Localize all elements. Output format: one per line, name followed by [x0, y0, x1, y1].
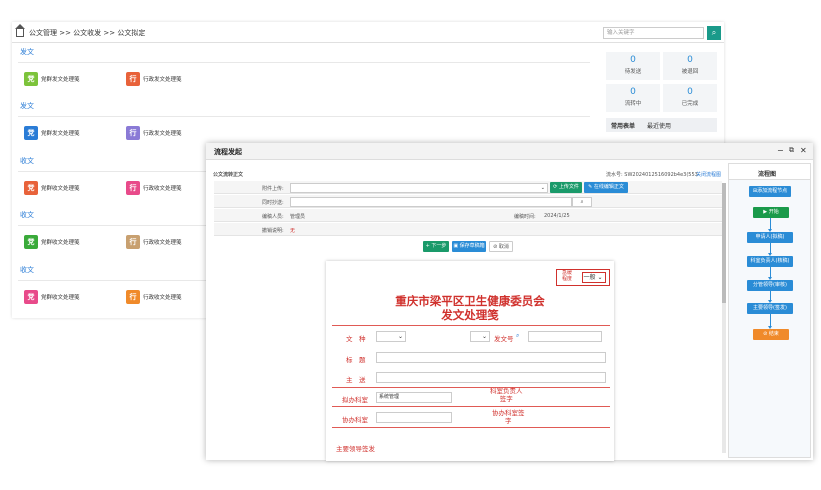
divider: [12, 42, 724, 43]
cancel-button[interactable]: ⊘ 取消: [489, 241, 513, 252]
section-title: 发文: [20, 48, 34, 56]
minimize-icon[interactable]: −: [777, 146, 784, 155]
admin-form-item[interactable]: 行行政收文处理笺: [126, 181, 182, 195]
flow-arrow: [768, 291, 772, 303]
form-icon: 行: [126, 72, 140, 86]
form-label: 党群收文处理笺: [41, 240, 80, 246]
form-icon: 党: [24, 235, 38, 249]
urgency-select[interactable]: 一般 ⌄: [582, 272, 606, 283]
save-draft-button[interactable]: ▣ 保存草稿箱: [452, 241, 486, 252]
form-icon: 党: [24, 181, 38, 195]
upload-button[interactable]: ⟳ 上传文件: [550, 182, 582, 193]
flow-node-start[interactable]: ▶ 开始: [753, 207, 789, 218]
scrollbar-thumb[interactable]: [722, 183, 726, 303]
form-icon: 行: [126, 181, 140, 195]
home-icon[interactable]: [15, 24, 25, 37]
flow-arrow: [768, 218, 772, 232]
form-icon: 行: [126, 290, 140, 304]
form-icon: 行: [126, 235, 140, 249]
form-label: 行政收文处理笺: [143, 240, 182, 246]
dialog-title: 流程发起: [214, 148, 242, 156]
form-label: 党群发文处理笺: [41, 131, 80, 137]
form-icon: 党: [24, 72, 38, 86]
flow-node[interactable]: 科室负责人(核稿): [747, 256, 793, 267]
admin-form-item[interactable]: 行行政发文处理笺: [126, 126, 182, 140]
flow-node[interactable]: 主要领导(签发): [747, 303, 793, 314]
dept-input[interactable]: 系统管理: [376, 392, 452, 403]
docno-select[interactable]: ⌄: [470, 331, 490, 342]
section-divider: [18, 116, 590, 117]
chevron-down-icon: ⌄: [540, 185, 545, 191]
add-node-button[interactable]: ⊞添加流程节点: [749, 186, 791, 197]
dialog-header: 流程发起 − ⧉ ✕: [206, 143, 813, 160]
scrollbar[interactable]: [722, 183, 726, 453]
search-icon: ⌕: [711, 28, 717, 37]
party-form-item[interactable]: 党党群发文处理笺: [24, 72, 80, 86]
flow-arrow: [768, 267, 772, 280]
stat-completed[interactable]: 0 已完成: [663, 84, 717, 112]
editor-value: 管理员: [290, 214, 306, 220]
breadcrumb: 公文管理 >> 公文收发 >> 公文拟定: [15, 24, 145, 38]
view-flow-link[interactable]: 关闭流程图: [696, 171, 721, 178]
admin-form-item[interactable]: 行行政发文处理笺: [126, 72, 182, 86]
party-form-item[interactable]: 党党群收文处理笺: [24, 235, 80, 249]
form-label: 行政收文处理笺: [143, 186, 182, 192]
form-label: 党群发文处理笺: [41, 77, 80, 83]
flow-arrow: [768, 243, 772, 256]
co-dept-input[interactable]: [376, 412, 452, 423]
form-tabs: 常用表单 最近使用: [606, 118, 717, 132]
form-area: 公文流转正文 流水号: SW2024012516092b4e3(553 关闭流程…: [210, 163, 726, 461]
document-sheet: 急缓 程度 一般 ⌄ 重庆市梁平区卫生健康委员会 发文处理笺 文 种 ⌄ ⌄ 发…: [326, 261, 614, 461]
form-label: 行政发文处理笺: [143, 77, 182, 83]
stat-returned[interactable]: 0 被退回: [663, 52, 717, 80]
remark-value: 无: [290, 228, 296, 234]
party-form-item[interactable]: 党党群收文处理笺: [24, 181, 80, 195]
flow-node[interactable]: 分管领导(审核): [747, 280, 793, 291]
search-input[interactable]: 输入关键字: [603, 27, 704, 39]
admin-form-item[interactable]: 行行政收文处理笺: [126, 235, 182, 249]
to-input[interactable]: [376, 372, 606, 383]
form-icon: 党: [24, 290, 38, 304]
serial-number: 流水号: SW2024012516092b4e3(553: [606, 172, 698, 178]
admin-form-item[interactable]: 行行政收文处理笺: [126, 290, 182, 304]
stat-in-progress[interactable]: 0 流转中: [606, 84, 660, 112]
online-edit-button[interactable]: ✎ 在线编辑正文: [584, 182, 628, 193]
flow-title: 流程图: [758, 171, 777, 178]
form-icon: 行: [126, 126, 140, 140]
form-name: 公文流转正文: [213, 172, 244, 178]
docno-input[interactable]: [528, 331, 602, 342]
flow-arrow: [768, 314, 772, 329]
tab-common-forms[interactable]: 常用表单: [611, 121, 635, 130]
doc-subtitle: 发文处理笺: [441, 308, 499, 322]
search-button[interactable]: ⌕: [707, 26, 721, 40]
form-label: 党群收文处理笺: [41, 295, 80, 301]
form-label: 党群收文处理笺: [41, 186, 80, 192]
tab-recent[interactable]: 最近使用: [647, 121, 671, 130]
form-icon: 党: [24, 126, 38, 140]
stat-pending[interactable]: 0 待发送: [606, 52, 660, 80]
section-title: 发文: [20, 102, 34, 110]
search-icon[interactable]: ⌕: [572, 197, 592, 207]
section-title: 收文: [20, 266, 34, 274]
kind-select[interactable]: ⌄: [376, 331, 406, 342]
search-icon[interactable]: ⌕: [516, 332, 519, 340]
cc-input[interactable]: [290, 197, 572, 207]
section-divider: [18, 62, 590, 63]
flow-node[interactable]: 申请人(拟稿): [747, 232, 793, 243]
section-title: 收文: [20, 211, 34, 219]
party-form-item[interactable]: 党党群收文处理笺: [24, 290, 80, 304]
next-step-button[interactable]: + 下一步: [423, 241, 449, 252]
time-value: 2024/1/25: [544, 213, 570, 219]
flow-start-dialog: 流程发起 − ⧉ ✕ 公文流转正文 流水号: SW2024012516092b4…: [206, 143, 813, 461]
close-icon[interactable]: ✕: [800, 146, 807, 155]
subject-input[interactable]: [376, 352, 606, 363]
attach-select[interactable]: ⌄: [290, 183, 548, 193]
party-form-item[interactable]: 党党群发文处理笺: [24, 126, 80, 140]
flow-node-end[interactable]: ⊘ 结束: [753, 329, 789, 340]
section-title: 收文: [20, 157, 34, 165]
maximize-icon[interactable]: ⧉: [789, 146, 794, 155]
flow-chart-panel: 流程图 ⊞添加流程节点 ▶ 开始申请人(拟稿) 科室负责人(核稿) 分管领导(审核)…: [728, 163, 811, 458]
form-label: 行政收文处理笺: [143, 295, 182, 301]
form-label: 行政发文处理笺: [143, 131, 182, 137]
